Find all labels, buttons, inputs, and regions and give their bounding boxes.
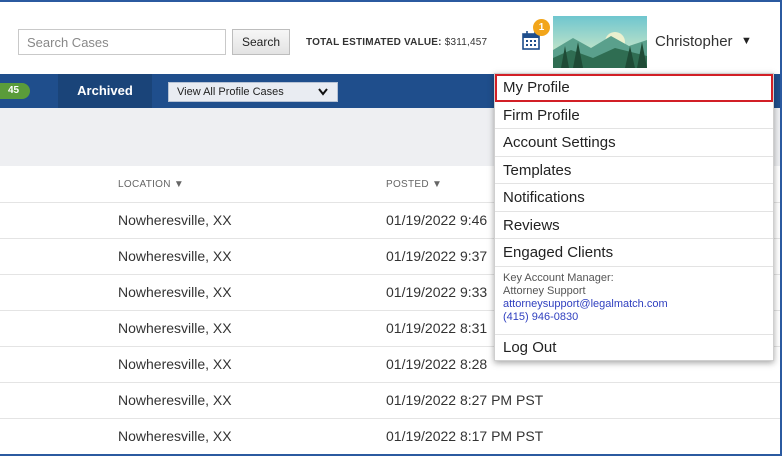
posted-cell: 01/19/2022 9:37 — [386, 248, 488, 264]
key-account-manager: Key Account Manager: Attorney Support at… — [495, 267, 773, 335]
app-frame: Search TOTAL ESTIMATED VALUE: $311,457 1 — [0, 0, 782, 456]
search-input[interactable] — [18, 29, 226, 55]
kam-name: Attorney Support — [503, 284, 586, 297]
menu-item-reviews[interactable]: Reviews — [495, 212, 773, 239]
posted-cell: 01/19/2022 8:27 PM PST — [386, 392, 544, 408]
posted-cell: 01/19/2022 8:28 — [386, 356, 488, 372]
kam-title: Key Account Manager: — [503, 271, 614, 284]
posted-cell: 01/19/2022 8:17 PM PST — [386, 428, 544, 444]
table-row[interactable]: Nowheresville, XX 01/19/2022 8:17 PM PST — [0, 418, 780, 454]
posted-cell: 01/19/2022 8:31 — [386, 320, 488, 336]
tab-archived[interactable]: Archived — [58, 74, 152, 108]
menu-item-account-settings[interactable]: Account Settings — [495, 129, 773, 157]
location-cell: Nowheresville, XX — [118, 356, 232, 372]
total-value: $311,457 — [444, 37, 488, 48]
search-button[interactable]: Search — [232, 29, 290, 55]
menu-item-firm-profile[interactable]: Firm Profile — [495, 102, 773, 129]
location-cell: Nowheresville, XX — [118, 320, 232, 336]
header-bar: Search TOTAL ESTIMATED VALUE: $311,457 1 — [0, 2, 780, 70]
notification-badge: 1 — [533, 19, 550, 36]
table-row[interactable]: Nowheresville, XX 01/19/2022 8:27 PM PST — [0, 382, 780, 418]
location-cell: Nowheresville, XX — [118, 284, 232, 300]
chevron-down-icon — [317, 83, 329, 106]
posted-cell: 01/19/2022 9:33 — [386, 284, 488, 300]
location-cell: Nowheresville, XX — [118, 428, 232, 444]
posted-cell: 01/19/2022 9:46 — [386, 212, 488, 228]
column-posted[interactable]: POSTED ▼ — [386, 179, 442, 190]
menu-item-log-out[interactable]: Log Out — [495, 335, 773, 361]
user-menu-dropdown: My Profile Firm Profile Account Settings… — [494, 73, 774, 361]
menu-item-notifications[interactable]: Notifications — [495, 184, 773, 212]
menu-item-my-profile[interactable]: My Profile — [495, 74, 773, 102]
kam-email-link[interactable]: attorneysupport@legalmatch.com — [503, 298, 765, 311]
location-cell: Nowheresville, XX — [118, 212, 232, 228]
user-name[interactable]: Christopher — [655, 33, 733, 50]
menu-item-templates[interactable]: Templates — [495, 157, 773, 184]
total-label: TOTAL ESTIMATED VALUE: — [306, 37, 442, 48]
column-location[interactable]: LOCATION ▼ — [118, 179, 184, 190]
count-badge[interactable]: 45 — [0, 83, 30, 99]
kam-phone-link[interactable]: (415) 946-0830 — [503, 311, 765, 324]
total-estimated-value: TOTAL ESTIMATED VALUE: $311,457 — [306, 37, 487, 48]
avatar[interactable] — [553, 16, 647, 68]
location-cell: Nowheresville, XX — [118, 248, 232, 264]
menu-item-engaged-clients[interactable]: Engaged Clients — [495, 239, 773, 267]
location-cell: Nowheresville, XX — [118, 392, 232, 408]
view-cases-select[interactable]: View All Profile Cases — [168, 82, 338, 102]
view-select-value: View All Profile Cases — [177, 86, 284, 98]
caret-down-icon[interactable]: ▼ — [741, 35, 752, 47]
